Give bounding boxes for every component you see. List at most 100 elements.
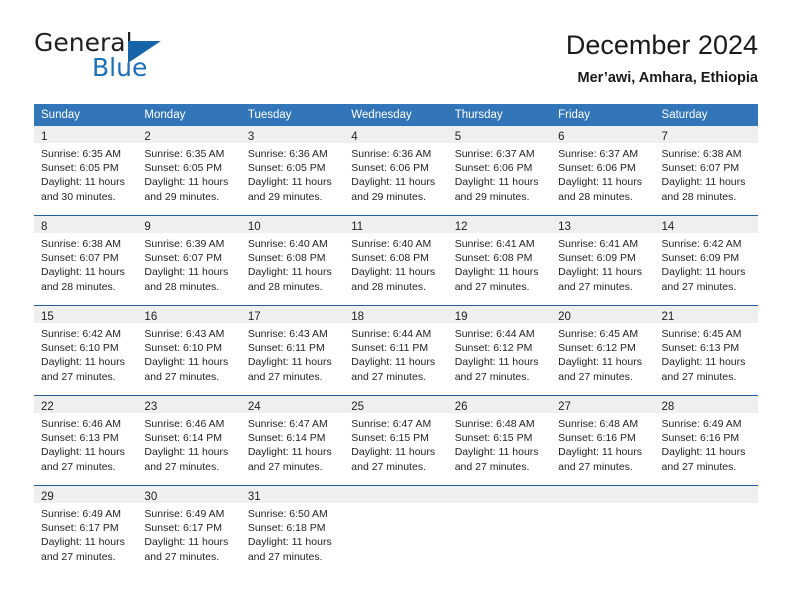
daylight-text-line2: and 27 minutes. (558, 280, 633, 293)
sunrise-text: Sunrise: 6:50 AM (247, 508, 328, 520)
day-cell[interactable]: 16 Sunrise: 6:43 AM Sunset: 6:10 PM Dayligh… (137, 305, 241, 396)
day-cell[interactable]: 8 Sunrise: 6:38 AM Sunset: 6:07 PM Daylight… (34, 215, 138, 306)
day-cell[interactable]: 11 Sunrise: 6:40 AM Sunset: 6:08 PM Dayligh… (344, 215, 448, 306)
sunset-text: Sunset: 6:16 PM (661, 432, 740, 445)
day-cell[interactable]: 23 Sunrise: 6:46 AM Sunset: 6:14 PM Dayligh… (137, 395, 241, 486)
day-cell[interactable]: 14 Sunrise: 6:42 AM Sunset: 6:09 PM Dayligh… (654, 215, 758, 306)
sunset-text: Sunset: 6:12 PM (558, 342, 636, 355)
day-number: 12 (454, 221, 468, 233)
daylight-text-line2: and 28 minutes. (351, 280, 426, 293)
day-number: 8 (41, 221, 48, 233)
daylight-text-line2: and 27 minutes. (454, 460, 530, 473)
day-number: 23 (144, 401, 158, 413)
day-number: 20 (558, 311, 571, 323)
sunrise-text: Sunrise: 6:35 AM (144, 148, 225, 160)
sunrise-text: Sunrise: 6:46 AM (144, 418, 225, 430)
day-number: 1 (41, 131, 48, 143)
daylight-text-line2: and 28 minutes. (247, 280, 323, 293)
day-cell[interactable]: 26 Sunrise: 6:48 AM Sunset: 6:15 PM Dayligh… (447, 395, 552, 486)
day-cell[interactable]: 1 Sunrise: 6:35 AM Sunset: 6:05 PM Daylight… (34, 126, 138, 216)
daylight-text-line2: and 27 minutes. (351, 370, 426, 383)
weekday-header-monday: Monday (137, 104, 241, 126)
sunrise-text: Sunrise: 6:48 AM (454, 418, 535, 430)
day-cell[interactable]: 24 Sunrise: 6:47 AM Sunset: 6:14 PM Dayligh… (240, 395, 345, 486)
day-cell[interactable]: 4 Sunrise: 6:36 AM Sunset: 6:06 PM Daylight… (344, 126, 448, 216)
daylight-text-line1: Daylight: 11 hours (41, 446, 125, 459)
day-number: 11 (351, 221, 364, 233)
daylight-text-line2: and 27 minutes. (144, 370, 220, 383)
weekday-header-saturday: Saturday (654, 104, 758, 126)
daylight-text-line2: and 30 minutes. (41, 190, 116, 203)
daylight-text-line2: and 27 minutes. (144, 460, 220, 473)
day-cell[interactable]: 20 Sunrise: 6:45 AM Sunset: 6:12 PM Dayligh… (551, 305, 655, 396)
day-cell[interactable]: 5 Sunrise: 6:37 AM Sunset: 6:06 PM Daylight… (447, 126, 552, 216)
day-cell[interactable]: 9 Sunrise: 6:39 AM Sunset: 6:07 PM Daylight… (137, 215, 241, 306)
day-cell-empty (344, 485, 448, 575)
day-number: 2 (144, 131, 151, 143)
day-cell[interactable]: 13 Sunrise: 6:41 AM Sunset: 6:09 PM Dayligh… (551, 215, 655, 306)
brand-name-blue: Blue (92, 53, 148, 82)
daylight-text-line2: and 28 minutes. (144, 280, 220, 293)
day-number: 29 (41, 491, 54, 503)
day-cell[interactable]: 30 Sunrise: 6:49 AM Sunset: 6:17 PM Dayligh… (137, 485, 241, 575)
day-cell[interactable]: 15 Sunrise: 6:42 AM Sunset: 6:10 PM Dayligh… (34, 305, 138, 396)
day-cell[interactable]: 19 Sunrise: 6:44 AM Sunset: 6:12 PM Dayligh… (447, 305, 552, 396)
weekday-header-friday: Friday (551, 104, 655, 126)
day-number: 26 (454, 401, 468, 413)
sunset-text: Sunset: 6:11 PM (351, 342, 429, 355)
page-header: General Blue December 2024 Mer’awi, Amha… (34, 28, 758, 94)
day-cell-empty (447, 485, 552, 575)
day-cell[interactable]: 28 Sunrise: 6:49 AM Sunset: 6:16 PM Dayligh… (654, 395, 758, 486)
day-cell[interactable]: 10 Sunrise: 6:40 AM Sunset: 6:08 PM Dayligh… (240, 215, 345, 306)
day-cell[interactable]: 12 Sunrise: 6:41 AM Sunset: 6:08 PM Dayligh… (447, 215, 552, 306)
sunset-text: Sunset: 6:08 PM (454, 252, 533, 265)
daylight-text-line1: Daylight: 11 hours (454, 356, 539, 369)
day-cell[interactable]: 27 Sunrise: 6:48 AM Sunset: 6:16 PM Dayligh… (551, 395, 655, 486)
sunset-text: Sunset: 6:09 PM (558, 252, 636, 265)
day-cell[interactable]: 2 Sunrise: 6:35 AM Sunset: 6:05 PM Daylight… (137, 126, 241, 216)
day-cell[interactable]: 22 Sunrise: 6:46 AM Sunset: 6:13 PM Dayligh… (34, 395, 138, 486)
day-cell[interactable]: 7 Sunrise: 6:38 AM Sunset: 6:07 PM Daylight… (654, 126, 758, 216)
brand-logo[interactable]: General Blue (34, 28, 244, 88)
day-number: 30 (144, 491, 158, 503)
week-row: 8 Sunrise: 6:38 AM Sunset: 6:07 PM Daylight… (34, 215, 758, 306)
daylight-text-line1: Daylight: 11 hours (41, 176, 125, 189)
day-cell[interactable]: 17 Sunrise: 6:43 AM Sunset: 6:11 PM Dayligh… (240, 305, 345, 396)
day-cell[interactable]: 31 Sunrise: 6:50 AM Sunset: 6:18 PM Dayligh… (240, 485, 345, 575)
day-cell[interactable]: 6 Sunrise: 6:37 AM Sunset: 6:06 PM Daylight… (551, 126, 655, 216)
sunset-text: Sunset: 6:07 PM (41, 252, 119, 265)
sunset-text: Sunset: 6:07 PM (661, 162, 740, 175)
title-block: December 2024 Mer’awi, Amhara, Ethiopia (566, 28, 758, 88)
sunset-text: Sunset: 6:15 PM (351, 432, 429, 445)
day-number: 3 (247, 131, 255, 143)
sunrise-text: Sunrise: 6:38 AM (661, 148, 742, 160)
sunset-text: Sunset: 6:05 PM (41, 162, 119, 175)
day-cell[interactable]: 21 Sunrise: 6:45 AM Sunset: 6:13 PM Dayligh… (654, 305, 758, 396)
sunrise-text: Sunrise: 6:43 AM (144, 328, 225, 340)
daylight-text-line2: and 29 minutes. (144, 190, 220, 203)
daylight-text-line1: Daylight: 11 hours (558, 446, 642, 459)
day-cell[interactable]: 29 Sunrise: 6:49 AM Sunset: 6:17 PM Dayligh… (34, 485, 138, 575)
daylight-text-line2: and 27 minutes. (247, 460, 323, 473)
daylight-text-line1: Daylight: 11 hours (454, 446, 539, 459)
daylight-text-line2: and 27 minutes. (661, 280, 737, 293)
day-cell[interactable]: 3 Sunrise: 6:36 AM Sunset: 6:05 PM Daylight… (240, 126, 345, 216)
daylight-text-line1: Daylight: 11 hours (661, 176, 746, 189)
sunrise-text: Sunrise: 6:37 AM (454, 148, 535, 160)
day-cell-empty (654, 485, 758, 575)
day-cell[interactable]: 18 Sunrise: 6:44 AM Sunset: 6:11 PM Dayligh… (344, 305, 448, 396)
day-number: 31 (247, 491, 261, 503)
sunrise-text: Sunrise: 6:42 AM (41, 328, 121, 340)
daylight-text-line2: and 29 minutes. (351, 190, 426, 203)
daylight-text-line1: Daylight: 11 hours (661, 266, 746, 279)
sunrise-text: Sunrise: 6:44 AM (351, 328, 432, 340)
daylight-text-line1: Daylight: 11 hours (144, 446, 229, 459)
daylight-text-line1: Daylight: 11 hours (247, 266, 332, 279)
day-cell[interactable]: 25 Sunrise: 6:47 AM Sunset: 6:15 PM Dayligh… (344, 395, 448, 486)
week-row: 22 Sunrise: 6:46 AM Sunset: 6:13 PM Dayligh… (34, 395, 758, 486)
sunset-text: Sunset: 6:05 PM (247, 162, 326, 175)
daylight-text-line2: and 27 minutes. (454, 280, 530, 293)
day-number: 13 (558, 221, 571, 233)
day-number: 4 (351, 131, 358, 143)
sunset-text: Sunset: 6:10 PM (41, 342, 119, 355)
